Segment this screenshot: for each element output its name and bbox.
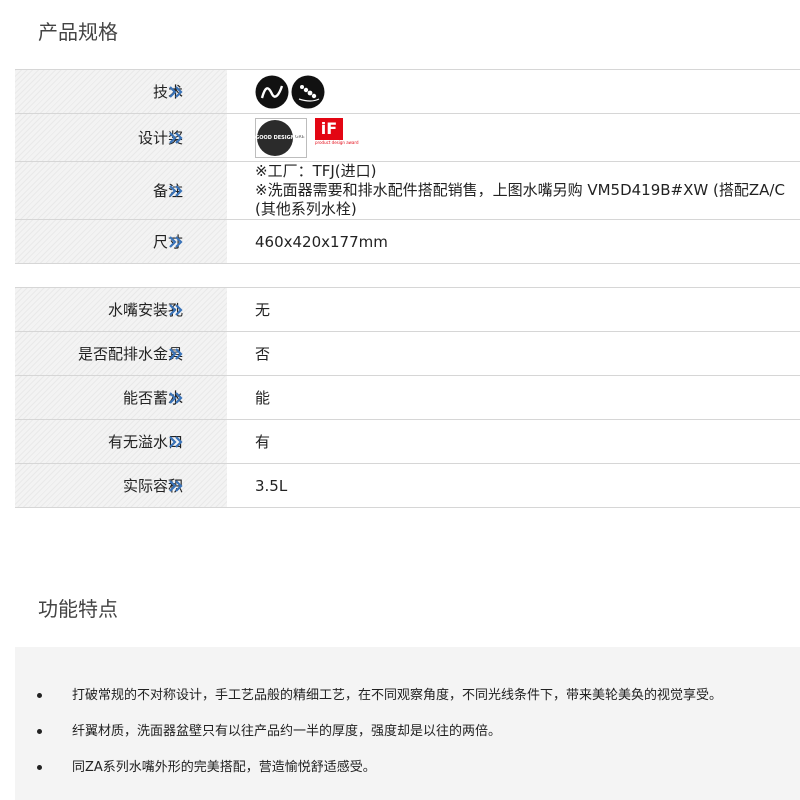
spec-row-remark: 备注 ※工厂：TFJ(进口) ※洗面器需要和排水配件搭配销售，上图水嘴另购 VM… [15,162,800,220]
if-caption: product design award [315,139,359,145]
bullet-icon [37,765,42,770]
spec-row-technology: 技术 [15,70,800,114]
double-chevron-right-icon [169,303,183,316]
spec-value-cell: 有 [227,420,800,463]
feature-list: 打破常规的不对称设计，手工艺品般的精细工艺，在不同观察角度，不同光线条件下，带来… [15,647,800,795]
good-design-caption: GREEN GOOD DESIGN AWARD 2018 [295,134,305,140]
feature-item: 打破常规的不对称设计，手工艺品般的精细工艺，在不同观察角度，不同光线条件下，带来… [15,687,800,723]
bullet-icon [37,729,42,734]
spec-label-cell: 设计奖 [15,114,227,161]
double-chevron-right-icon [169,391,183,404]
spec-value-cell [227,70,800,113]
spec-value-cell: 否 [227,332,800,375]
feature-list-box: 打破常规的不对称设计，手工艺品般的精细工艺，在不同观察角度，不同光线条件下，带来… [15,647,800,800]
spec-value-cell: 3.5L [227,464,800,507]
spec-table-secondary: 水嘴安装孔 无 是否配排水金具 否 能否蓄水 能 有无溢水口 有 实际容积 3.… [15,287,800,508]
spec-row-capacity: 实际容积 3.5L [15,464,800,508]
spec-row-dimensions: 尺寸 460x420x177mm [15,220,800,264]
double-chevron-right-icon [169,184,183,197]
spec-value: 有 [255,433,271,451]
double-chevron-right-icon [169,435,183,448]
spec-value-cell: GOOD DESIGN GREEN GOOD DESIGN AWARD 2018… [227,114,800,161]
spec-value-cell: ※工厂：TFJ(进口) ※洗面器需要和排水配件搭配销售，上图水嘴另购 VM5D4… [227,162,800,219]
technology-icons [255,75,327,109]
award-logos: GOOD DESIGN GREEN GOOD DESIGN AWARD 2018… [255,117,359,158]
spec-value: 3.5L [255,476,288,495]
remark-line: (其他系列水栓) [255,200,357,218]
double-chevron-right-icon [169,85,183,98]
spec-value: 能 [255,389,271,407]
if-design-award-logo: iF product design award [315,117,359,146]
spec-value: 460x420x177mm [255,232,388,251]
feature-text: 打破常规的不对称设计，手工艺品般的精细工艺，在不同观察角度，不同光线条件下，带来… [72,688,723,703]
feature-item: 同ZA系列水嘴外形的完美搭配，营造愉悦舒适感受。 [15,759,800,795]
good-design-award-logo: GOOD DESIGN GREEN GOOD DESIGN AWARD 2018 [255,117,307,158]
spec-label-cell: 实际容积 [15,464,227,507]
double-chevron-right-icon [169,479,183,492]
spec-value-cell: 460x420x177mm [227,220,800,263]
remark-line: ※洗面器需要和排水配件搭配销售，上图水嘴另购 VM5D419B#XW (搭配ZA… [255,181,785,199]
spec-label-cell: 能否蓄水 [15,376,227,419]
spec-section-title: 产品规格 [38,20,118,44]
spec-value-cell: 能 [227,376,800,419]
spec-label-cell: 技术 [15,70,227,113]
bullet-icon [37,693,42,698]
remark-line: ※工厂：TFJ(进口) [255,162,377,180]
spec-label-cell: 水嘴安装孔 [15,288,227,331]
spec-label-cell: 有无溢水口 [15,420,227,463]
spec-row-faucet-hole: 水嘴安装孔 无 [15,288,800,332]
good-design-mark: GOOD DESIGN [255,119,295,156]
spec-row-design-award: 设计奖 GOOD DESIGN GREEN GOOD DESIGN AWARD … [15,114,800,162]
feature-text: 纤翼材质，洗面器盆壁只有以往产品约一半的厚度，强度却是以往的两倍。 [72,724,502,739]
spec-value: 否 [255,345,271,363]
spec-value: 无 [255,301,271,319]
if-mark: iF [315,117,343,140]
spec-row-water-storage: 能否蓄水 能 [15,376,800,420]
spec-table-primary: 技术 设计奖 GOOD DESIGN GRE iF product design… [15,69,800,264]
dot-stream-icon [291,75,325,108]
spec-label-cell: 备注 [15,162,227,219]
double-chevron-right-icon [169,235,183,248]
spec-label-cell: 尺寸 [15,220,227,263]
feature-section-title: 功能特点 [38,597,118,621]
feature-item: 纤翼材质，洗面器盆壁只有以往产品约一半的厚度，强度却是以往的两倍。 [15,723,800,759]
spec-row-drain-fitting: 是否配排水金具 否 [15,332,800,376]
spec-value-cell: 无 [227,288,800,331]
spec-label-cell: 是否配排水金具 [15,332,227,375]
spec-row-overflow: 有无溢水口 有 [15,420,800,464]
double-chevron-right-icon [169,347,183,360]
flow-arc-icon [255,75,289,108]
double-chevron-right-icon [169,131,183,144]
feature-text: 同ZA系列水嘴外形的完美搭配，营造愉悦舒适感受。 [72,760,376,775]
